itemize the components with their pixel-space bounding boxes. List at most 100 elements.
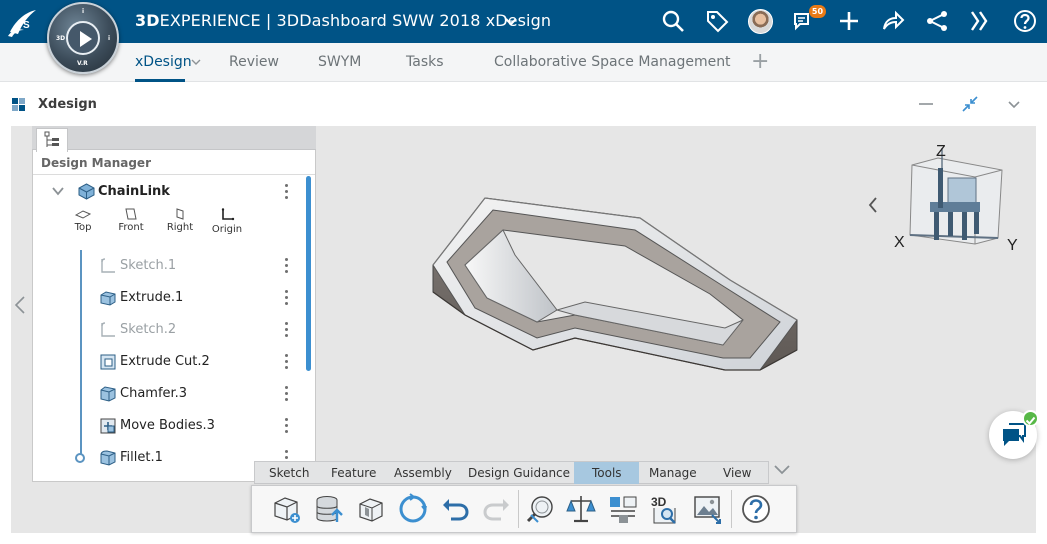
- add-icon[interactable]: [837, 9, 861, 33]
- chevron-left-icon[interactable]: [14, 296, 26, 314]
- compass-label-right: i: [108, 35, 111, 42]
- divider: [731, 490, 732, 528]
- help-icon[interactable]: [1013, 9, 1037, 33]
- more-icon[interactable]: [285, 290, 289, 306]
- tab-swym[interactable]: SWYM: [318, 54, 361, 70]
- image-icon[interactable]: [692, 493, 724, 525]
- more-icon[interactable]: [285, 258, 289, 274]
- redo-icon[interactable]: [481, 493, 513, 525]
- more-icon[interactable]: [285, 322, 289, 338]
- sketch-icon: [101, 258, 115, 273]
- collapse-icon[interactable]: [961, 95, 979, 113]
- tab-xdesign[interactable]: xDesign: [135, 54, 192, 70]
- plane-front[interactable]: Front: [111, 208, 151, 233]
- more-icon[interactable]: [285, 184, 289, 200]
- more-icon[interactable]: [285, 418, 289, 434]
- tree-view-icon: [44, 131, 59, 147]
- action-tab-assembly[interactable]: Assembly: [394, 466, 452, 480]
- tree-root-label[interactable]: ChainLink: [98, 184, 170, 199]
- feature-move-bodies-3[interactable]: Move Bodies.3: [120, 418, 215, 433]
- notification-badge[interactable]: 50: [809, 5, 826, 18]
- tab-tasks[interactable]: Tasks: [406, 54, 444, 70]
- action-tab-design-guidance[interactable]: Design Guidance: [468, 466, 570, 480]
- ds-logo-icon[interactable]: S: [6, 6, 40, 38]
- action-tab-view[interactable]: View: [723, 466, 751, 480]
- interference-icon[interactable]: [607, 493, 639, 525]
- action-tab-tools[interactable]: Tools: [592, 466, 622, 480]
- part-icon: [78, 183, 95, 200]
- action-tab-manage[interactable]: Manage: [649, 466, 697, 480]
- minimize-icon[interactable]: [917, 95, 935, 113]
- feature-extrude-cut-2[interactable]: Extrude Cut.2: [120, 354, 210, 369]
- chevron-down-icon[interactable]: [191, 57, 201, 67]
- axis-y-label: Y: [1007, 237, 1018, 254]
- feature-chamfer-3[interactable]: Chamfer.3: [120, 386, 187, 401]
- move-bodies-icon: [100, 418, 116, 434]
- divider: [518, 490, 519, 528]
- app-title-text: EXPERIENCE | 3DDashboard SWW 2018 xDesig…: [159, 11, 552, 30]
- tag-icon[interactable]: [705, 9, 729, 33]
- plane-origin[interactable]: Origin: [207, 208, 247, 235]
- plane-top[interactable]: Top: [63, 208, 103, 233]
- action-tab-feature[interactable]: Feature: [331, 466, 376, 480]
- design-manager-title: Design Manager: [41, 156, 151, 170]
- design-manager-tabstrip: [32, 126, 316, 150]
- rollback-marker[interactable]: [75, 453, 85, 463]
- chevron-left-icon[interactable]: [867, 197, 879, 213]
- search-icon[interactable]: [661, 9, 685, 33]
- add-part-icon[interactable]: [271, 493, 303, 525]
- tree-view-tab[interactable]: [36, 128, 68, 152]
- chainlink-model[interactable]: [425, 180, 805, 430]
- online-status-icon: [1022, 410, 1039, 427]
- play-icon[interactable]: [66, 21, 100, 55]
- chevron-down-icon[interactable]: [1005, 95, 1023, 113]
- feature-extrude-1[interactable]: Extrude.1: [120, 290, 183, 305]
- 3d-view-icon[interactable]: 3D: [649, 493, 681, 525]
- widget-icon: [12, 98, 25, 111]
- axis-z-label: Z: [936, 143, 946, 160]
- avatar[interactable]: [748, 9, 773, 34]
- chevron-down-icon[interactable]: [505, 16, 517, 28]
- add-tab-icon[interactable]: +: [751, 51, 769, 73]
- widget-title: Xdesign: [38, 97, 97, 112]
- plane-front-label: Front: [118, 222, 144, 233]
- tab-collaborative-space-management[interactable]: Collaborative Space Management: [494, 54, 731, 70]
- compass-label-bottom: V.R: [77, 60, 88, 67]
- chamfer-icon: [100, 386, 116, 402]
- chevron-down-icon[interactable]: [773, 463, 791, 477]
- divider: [33, 174, 315, 175]
- plane-icon: [75, 210, 91, 219]
- feature-sketch-2[interactable]: Sketch.2: [120, 322, 176, 337]
- tab-review[interactable]: Review: [229, 54, 279, 70]
- more-icon[interactable]: [285, 386, 289, 402]
- help-icon[interactable]: [740, 493, 772, 525]
- view-cube[interactable]: Z X Y: [890, 140, 1020, 255]
- feature-fillet-1[interactable]: Fillet.1: [120, 450, 163, 465]
- compass-icon[interactable]: i 3D i V.R: [47, 2, 119, 74]
- plane-icon: [125, 208, 137, 220]
- measure-icon[interactable]: [525, 493, 557, 525]
- origin-icon: [221, 208, 235, 221]
- axis-x-label: X: [894, 234, 905, 251]
- apps-icon[interactable]: [968, 9, 992, 33]
- import-icon[interactable]: [355, 493, 387, 525]
- plane-origin-label: Origin: [211, 224, 243, 235]
- action-tab-sketch[interactable]: Sketch: [269, 466, 309, 480]
- plane-right[interactable]: Right: [160, 208, 200, 233]
- app-title[interactable]: 3DEXPERIENCE | 3DDashboard SWW 2018 xDes…: [135, 11, 551, 30]
- widget-header: [0, 82, 1047, 126]
- chevron-down-icon[interactable]: [52, 187, 64, 196]
- more-icon[interactable]: [285, 354, 289, 370]
- undo-icon[interactable]: [439, 493, 471, 525]
- app-title-brand: 3D: [135, 11, 160, 30]
- share-icon[interactable]: [881, 9, 905, 33]
- refresh-icon[interactable]: [397, 493, 429, 525]
- mass-properties-icon[interactable]: [565, 493, 597, 525]
- svg-text:S: S: [23, 20, 30, 31]
- tree-scrollbar[interactable]: [306, 176, 311, 371]
- extrude-icon: [100, 291, 116, 306]
- upload-icon[interactable]: [313, 493, 345, 525]
- plane-icon: [176, 208, 184, 220]
- feature-sketch-1[interactable]: Sketch.1: [120, 258, 176, 273]
- network-icon[interactable]: [925, 9, 949, 33]
